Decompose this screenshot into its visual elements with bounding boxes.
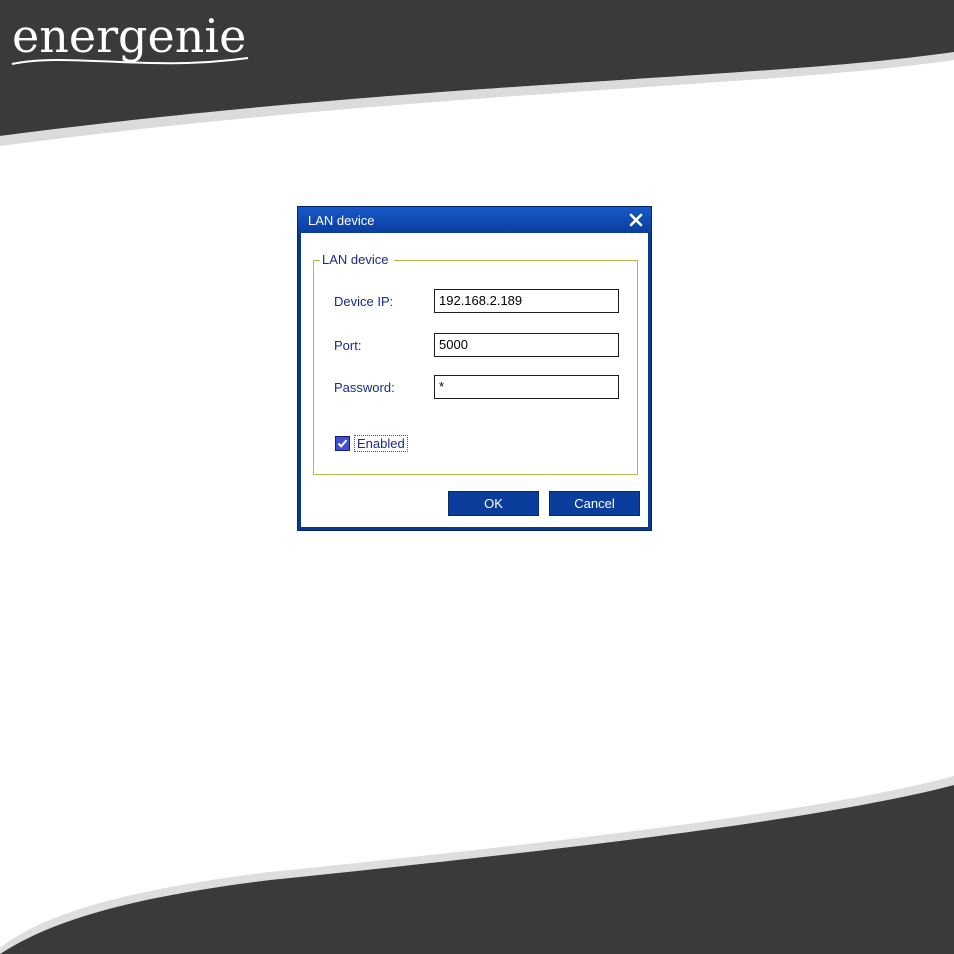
dialog-title: LAN device [308,213,375,228]
dialog-body: LAN device Device IP: 192.168.2.189 Port… [301,233,648,527]
checkmark-icon [337,439,348,448]
password-label: Password: [334,380,395,395]
cancel-button[interactable]: Cancel [549,491,640,516]
logo-swoosh-icon [11,57,249,65]
dialog-titlebar[interactable]: LAN device [298,207,651,233]
password-input[interactable]: * [434,375,619,399]
enabled-label[interactable]: Enabled [354,435,408,452]
close-icon[interactable] [627,211,645,229]
device-ip-input[interactable]: 192.168.2.189 [434,289,619,313]
port-input[interactable]: 5000 [434,333,619,357]
port-label: Port: [334,338,362,353]
lan-device-groupbox: LAN device Device IP: 192.168.2.189 Port… [313,252,638,475]
group-label: LAN device [320,252,395,267]
enabled-checkbox[interactable] [335,436,350,451]
lan-device-dialog: LAN device LAN device Device IP: 192.168… [297,206,652,531]
ok-button[interactable]: OK [448,491,539,516]
device-ip-label: Device IP: [334,294,394,309]
